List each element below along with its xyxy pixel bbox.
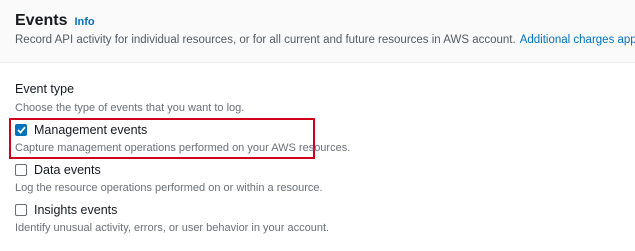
- option-row: Management events: [15, 123, 315, 137]
- check-icon: [16, 126, 26, 134]
- option-insights-events: Insights events Identify unusual activit…: [15, 203, 330, 234]
- events-panel: Events Info Record API activity for indi…: [0, 0, 635, 251]
- insights-events-label[interactable]: Insights events: [34, 203, 117, 217]
- panel-title: Events: [15, 12, 68, 29]
- option-row: Insights events: [15, 203, 315, 217]
- option-row: Data events: [15, 163, 315, 177]
- info-link[interactable]: Info: [74, 16, 94, 28]
- data-events-label[interactable]: Data events: [34, 163, 101, 177]
- panel-description: Record API activity for individual resou…: [15, 34, 635, 46]
- management-events-checkbox[interactable]: [15, 124, 27, 136]
- data-events-checkbox[interactable]: [15, 164, 27, 176]
- panel-header: Events Info Record API activity for indi…: [0, 0, 635, 63]
- management-events-label[interactable]: Management events: [34, 123, 147, 137]
- event-type-description: Choose the type of events that you want …: [15, 102, 245, 114]
- insights-events-checkbox[interactable]: [15, 204, 27, 216]
- data-events-description: Log the resource operations performed on…: [15, 182, 323, 194]
- option-management-events: Management events Capture management ope…: [15, 123, 351, 154]
- insights-events-description: Identify unusual activity, errors, or us…: [15, 222, 330, 234]
- management-events-description: Capture management operations performed …: [15, 142, 351, 154]
- option-data-events: Data events Log the resource operations …: [15, 163, 323, 194]
- additional-charges-link[interactable]: Additional charges apply: [520, 34, 635, 46]
- event-type-label: Event type: [15, 82, 75, 96]
- title-row: Events Info: [15, 12, 95, 30]
- additional-charges-label: Additional charges apply: [519, 34, 635, 46]
- description-text: Record API activity for individual resou…: [15, 34, 516, 46]
